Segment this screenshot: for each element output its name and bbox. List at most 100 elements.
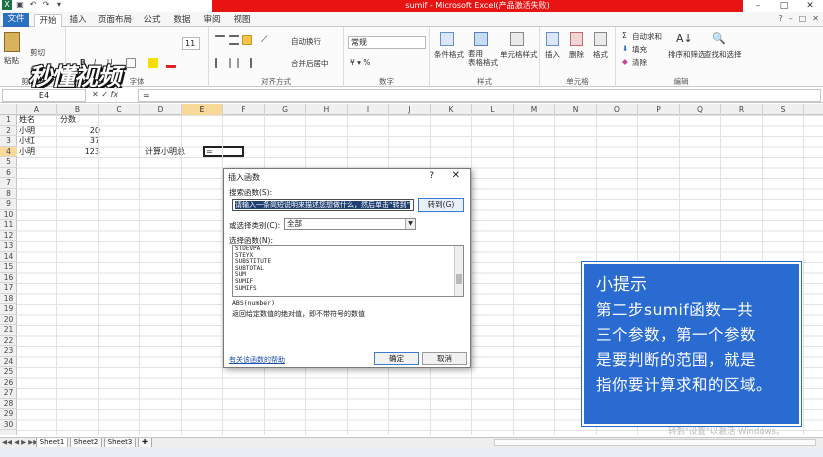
align-left-icon[interactable] [215, 58, 225, 68]
cell-a2[interactable]: 小明 [19, 126, 35, 136]
tab-file[interactable]: 文件 [3, 13, 29, 27]
row-header-10[interactable]: 10 [0, 210, 17, 220]
column-header-e[interactable]: E [182, 104, 223, 115]
row-header-29[interactable]: 29 [0, 409, 17, 420]
column-header-a[interactable]: A [17, 104, 57, 115]
redo-icon[interactable]: ↷ [41, 0, 51, 10]
column-header-l[interactable]: L [472, 104, 514, 115]
row-header-5[interactable]: 5 [0, 157, 17, 168]
row-header-13[interactable]: 13 [0, 241, 17, 252]
fill-icon[interactable]: ⬇ [622, 44, 628, 53]
horizontal-scrollbar[interactable] [494, 439, 816, 446]
cell-style-button[interactable]: 单元格样式 [500, 49, 538, 60]
function-item[interactable]: SUMIF [233, 278, 463, 286]
row-header-18[interactable]: 18 [0, 294, 17, 304]
tab-home[interactable]: 开始 [34, 14, 62, 27]
align-bottom-icon[interactable] [242, 35, 252, 45]
dialog-close-icon[interactable]: ✕ [452, 170, 460, 181]
cell-d4[interactable]: 计算小明总 [145, 147, 185, 157]
function-search-input[interactable]: 请输入一条简短说明来描述您想做什么，然后单击“转到” [232, 199, 414, 211]
row-header-27[interactable]: 27 [0, 388, 17, 399]
help-icon[interactable]: ? [778, 14, 782, 23]
column-header-h[interactable]: H [306, 104, 348, 115]
row-header-12[interactable]: 12 [0, 231, 17, 241]
go-button[interactable]: 转到(G) [418, 198, 464, 212]
format-cells-button[interactable]: 格式 [593, 49, 608, 60]
chevron-down-icon[interactable]: ▼ [405, 219, 415, 229]
cell-a3[interactable]: 小红 [19, 136, 35, 146]
function-item[interactable]: STDEVPA [233, 246, 463, 253]
paste-icon[interactable] [4, 32, 20, 52]
row-header-20[interactable]: 20 [0, 315, 17, 325]
clear-button[interactable]: 清除 [632, 57, 647, 68]
tab-data[interactable]: 数据 [170, 14, 194, 27]
active-cell-e4[interactable]: = [203, 146, 244, 157]
find-select-icon[interactable]: 🔍 [712, 32, 726, 45]
row-header-28[interactable]: 28 [0, 399, 17, 409]
row-header-11[interactable]: 11 [0, 220, 17, 231]
sort-filter-icon[interactable]: A↓ [676, 32, 693, 45]
name-box[interactable]: E4 [2, 89, 86, 102]
row-header-4[interactable]: 4 [0, 146, 17, 157]
conditional-format-button[interactable]: 条件格式 [434, 49, 464, 60]
insert-cells-button[interactable]: 插入 [545, 49, 560, 60]
row-header-24[interactable]: 24 [0, 357, 17, 367]
font-size-select[interactable]: 11 [182, 37, 200, 50]
column-header-o[interactable]: O [597, 104, 638, 115]
autosum-button[interactable]: 自动求和 [632, 31, 662, 42]
sort-filter-button[interactable]: 排序和筛选 [668, 49, 706, 60]
tab-review[interactable]: 审阅 [200, 14, 224, 27]
function-list-scrollbar[interactable] [454, 246, 463, 296]
tab-page-layout[interactable]: 页面布局 [96, 14, 134, 27]
font-color-icon[interactable] [166, 58, 176, 68]
ok-button[interactable]: 确定 [374, 352, 419, 365]
delete-cells-button[interactable]: 删除 [569, 49, 584, 60]
column-header-c[interactable]: C [99, 104, 140, 115]
column-header-q[interactable]: Q [680, 104, 721, 115]
fill-color-icon[interactable] [148, 58, 158, 68]
column-header-m[interactable]: M [514, 104, 555, 115]
ribbon-restore-icon[interactable]: □ [799, 14, 807, 23]
function-item[interactable]: SUBSTITUTE [233, 259, 463, 266]
function-list[interactable]: STDEVPA STEYX SUBSTITUTE SUBTOTAL SUM SU… [232, 245, 464, 297]
save-icon[interactable]: ▣ [15, 0, 25, 10]
row-header-14[interactable]: 14 [0, 252, 17, 262]
column-header-b[interactable]: B [57, 104, 99, 115]
row-header-17[interactable]: 17 [0, 283, 17, 294]
cell-a4[interactable]: 小明 [19, 147, 35, 157]
function-help-link[interactable]: 有关该函数的帮助 [229, 355, 285, 365]
ribbon-minimize-icon[interactable]: – [789, 14, 793, 23]
column-header-d[interactable]: D [140, 104, 182, 115]
row-header-7[interactable]: 7 [0, 178, 17, 189]
column-header-j[interactable]: J [389, 104, 431, 115]
category-select[interactable]: 全部 ▼ [284, 218, 416, 230]
fill-button[interactable]: 填充 [632, 44, 647, 55]
cell-style-icon[interactable] [510, 32, 524, 46]
align-center-icon[interactable] [229, 58, 239, 68]
conditional-format-icon[interactable] [440, 32, 454, 46]
currency-icon[interactable]: ¥ ▾ % [350, 58, 370, 67]
table-format-button[interactable]: 套用 表格格式 [468, 49, 498, 67]
select-all-corner[interactable] [0, 104, 17, 115]
column-header-f[interactable]: F [223, 104, 265, 115]
cell-e4[interactable]: = [206, 147, 213, 157]
row-header-16[interactable]: 16 [0, 273, 17, 283]
row-header-22[interactable]: 22 [0, 336, 17, 346]
align-top-icon[interactable] [215, 35, 225, 45]
wrap-text-button[interactable]: 自动换行 [291, 36, 321, 47]
cell-b1[interactable]: 分数 [60, 115, 76, 125]
row-header-21[interactable]: 21 [0, 325, 17, 336]
find-select-button[interactable]: 查找和选择 [704, 49, 742, 60]
cell-a1[interactable]: 姓名 [19, 115, 35, 125]
cancel-entry-icon[interactable]: ✕ [92, 90, 99, 99]
column-header-i[interactable]: I [348, 104, 389, 115]
cell-b3[interactable]: 37 [60, 136, 100, 146]
number-format-select[interactable]: 常规 [348, 36, 426, 49]
tab-formulas[interactable]: 公式 [140, 14, 164, 27]
ribbon-close-icon[interactable]: ✕ [812, 14, 819, 23]
row-header-30[interactable]: 30 [0, 420, 17, 430]
confirm-entry-icon[interactable]: ✓ [101, 90, 108, 99]
autosum-icon[interactable]: Σ [622, 31, 627, 40]
maximize-icon[interactable]: □ [771, 0, 797, 12]
row-header-19[interactable]: 19 [0, 304, 17, 315]
